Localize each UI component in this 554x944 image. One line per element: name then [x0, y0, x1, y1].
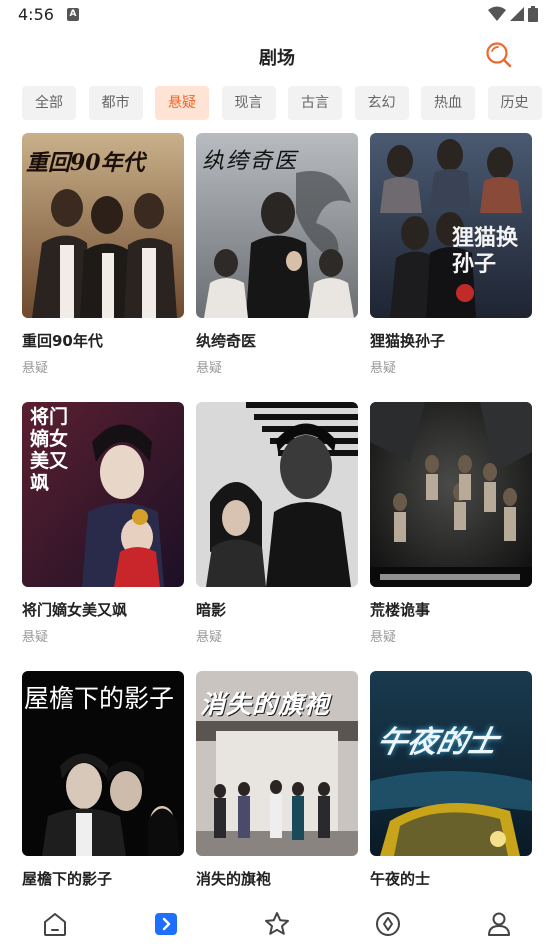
search-button[interactable]	[484, 40, 514, 70]
drama-title: 暗影	[196, 601, 227, 619]
drama-title: 午夜的士	[370, 870, 431, 888]
drama-grid: 重回90年代 重回90年代 悬疑 纨绔奇医 纨绔奇医 悬疑 狸猫换孙子 狸猫换孙…	[22, 133, 532, 940]
drama-genre: 悬疑	[370, 361, 397, 376]
nav-profile[interactable]	[469, 900, 529, 944]
drama-title: 将门嫡女美又飒	[22, 601, 128, 619]
poster-title-text: 纨绔奇医	[202, 149, 299, 174]
battery-icon	[528, 6, 538, 22]
drama-card[interactable]: 将门嫡女美又飒 将门嫡女美又飒 悬疑	[22, 402, 184, 671]
drama-card[interactable]: 重回90年代 重回90年代 悬疑	[22, 133, 184, 402]
nav-theater[interactable]	[136, 900, 196, 944]
drama-poster	[370, 402, 532, 587]
drama-card[interactable]: 狸猫换孙子 狸猫换孙子 悬疑	[370, 133, 532, 402]
status-bar: 4:56 A	[0, 0, 554, 30]
poster-title-text: 消失的旗袍	[200, 690, 331, 719]
drama-title: 纨绔奇医	[196, 332, 257, 350]
nav-favorites[interactable]	[247, 900, 307, 944]
drama-title: 狸猫换孙子	[370, 332, 446, 350]
tab-ancient-romance[interactable]: 古言	[288, 86, 342, 120]
poster-title-text: 午夜的士	[373, 725, 501, 760]
bottom-nav	[0, 900, 554, 944]
drama-card[interactable]: 纨绔奇医 纨绔奇医 悬疑	[196, 133, 358, 402]
header: 剧场	[0, 30, 554, 82]
status-icons	[488, 6, 538, 22]
drama-poster: 狸猫换孙子	[370, 133, 532, 318]
tab-suspense[interactable]: 悬疑	[155, 86, 209, 120]
drama-genre: 悬疑	[22, 630, 49, 645]
drama-card[interactable]: 暗影 悬疑	[196, 402, 358, 671]
nav-discover[interactable]	[358, 900, 418, 944]
drama-title: 屋檐下的影子	[22, 870, 113, 888]
home-icon	[44, 913, 67, 936]
drama-genre: 悬疑	[22, 361, 49, 376]
star-icon	[264, 912, 289, 935]
notification-a-icon: A	[67, 8, 79, 21]
drama-genre: 悬疑	[370, 630, 397, 645]
tab-modern-romance[interactable]: 现言	[221, 86, 276, 120]
person-icon	[487, 912, 510, 936]
drama-poster: 重回90年代	[22, 133, 184, 318]
poster-title-text: 重回90年代	[26, 150, 145, 176]
drama-poster: 午夜的士	[370, 671, 532, 856]
poster-title-text: 将门嫡女美又飒	[30, 406, 69, 494]
signal-icon	[510, 7, 524, 21]
tab-fantasy[interactable]: 玄幻	[354, 86, 409, 120]
tab-action[interactable]: 热血	[421, 86, 475, 120]
drama-poster	[196, 402, 358, 587]
drama-card[interactable]: 荒楼诡事 悬疑	[370, 402, 532, 671]
drama-poster: 屋檐下的影子	[22, 671, 184, 856]
status-time: 4:56	[18, 5, 54, 24]
compass-icon	[375, 912, 400, 936]
tab-history[interactable]: 历史	[487, 86, 542, 120]
drama-genre: 悬疑	[196, 361, 223, 376]
poster-title-text: 狸猫换孙子	[452, 225, 519, 277]
drama-poster: 消失的旗袍	[196, 671, 358, 856]
drama-genre: 悬疑	[196, 630, 223, 645]
tab-urban[interactable]: 都市	[88, 86, 143, 120]
drama-title: 消失的旗袍	[196, 870, 272, 888]
category-tabs: 全部 都市 悬疑 现言 古言 玄幻 热血 历史	[22, 86, 554, 122]
drama-title: 重回90年代	[22, 332, 103, 350]
drama-poster: 将门嫡女美又飒	[22, 402, 184, 587]
drama-poster: 纨绔奇医	[196, 133, 358, 318]
poster-title-text: 屋檐下的影子	[24, 684, 175, 713]
search-icon	[486, 42, 512, 68]
tab-all[interactable]: 全部	[22, 86, 76, 120]
nav-home[interactable]	[25, 900, 85, 944]
page-title: 剧场	[259, 48, 295, 69]
wifi-icon	[488, 6, 506, 21]
play-icon	[155, 913, 178, 935]
drama-title: 荒楼诡事	[370, 601, 431, 619]
